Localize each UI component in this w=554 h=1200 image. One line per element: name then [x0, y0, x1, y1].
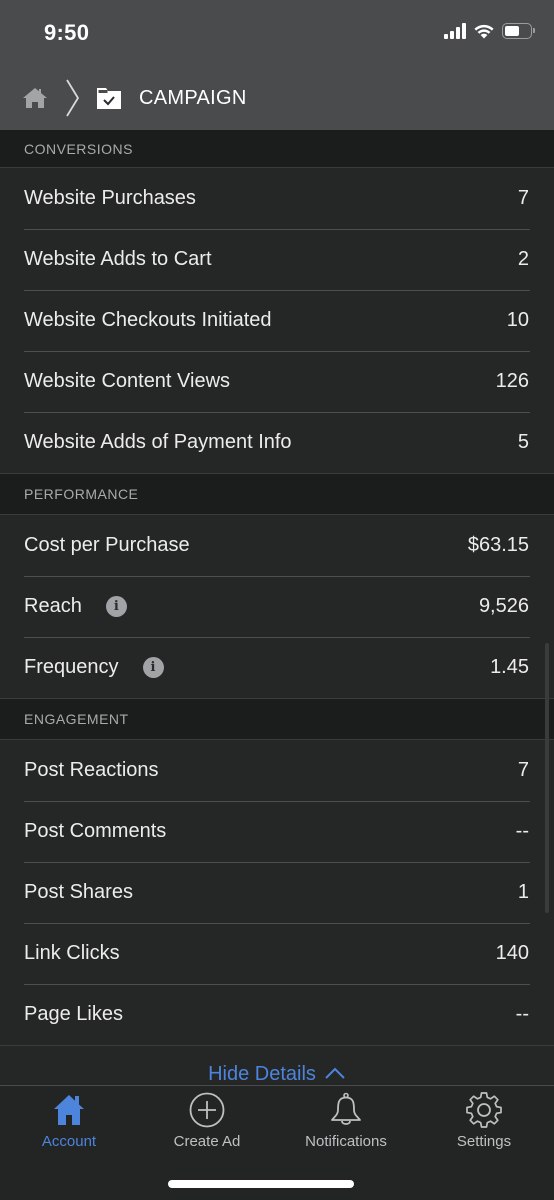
campaign-folder-check-icon [97, 88, 121, 109]
hide-details-button[interactable]: Hide Details [0, 1063, 554, 1086]
metric-label: Reach [24, 595, 82, 617]
metric-value: 7 [517, 187, 529, 209]
metric-row[interactable]: Post Shares 1 [0, 862, 554, 923]
tab-label: Settings [456, 1133, 512, 1150]
metric-label: Website Adds to Cart [24, 248, 212, 270]
metric-row[interactable]: Page Likes -- [0, 984, 554, 1045]
metric-label-wrap: Frequency i [24, 656, 164, 679]
metric-row[interactable]: Website Adds of Payment Info 5 [0, 412, 554, 473]
metric-value: 5 [517, 431, 529, 453]
metric-label: Post Reactions [24, 759, 159, 781]
metric-value: 7 [517, 759, 529, 781]
tab-notifications[interactable]: Notifications [277, 1091, 415, 1150]
metric-label: Website Checkouts Initiated [24, 309, 272, 331]
metric-label: Frequency [24, 656, 119, 678]
metric-value: 9,526 [478, 595, 529, 617]
plus-circle-icon [188, 1091, 226, 1129]
metric-label: Website Purchases [24, 187, 196, 209]
metric-row[interactable]: Website Checkouts Initiated 10 [0, 290, 554, 351]
metric-row[interactable]: Website Purchases 7 [0, 168, 554, 229]
tab-label: Create Ad [173, 1133, 241, 1150]
bell-icon [327, 1091, 365, 1129]
metric-value: 1 [517, 881, 529, 903]
tab-create-ad[interactable]: Create Ad [138, 1091, 276, 1150]
metric-value: 140 [495, 942, 529, 964]
metric-label: Post Comments [24, 820, 167, 842]
metric-label: Page Likes [24, 1003, 123, 1025]
metric-value: 2 [517, 248, 529, 270]
details-list[interactable]: CONVERSIONS Website Purchases 7 Website … [0, 130, 554, 1086]
metric-label: Post Shares [24, 881, 133, 903]
metric-label-wrap: Reach i [24, 595, 127, 618]
metric-row[interactable]: Frequency i 1.45 [0, 637, 554, 698]
section-header-performance: PERFORMANCE [0, 473, 554, 515]
metric-value: 10 [506, 309, 529, 331]
cellular-signal-icon [444, 23, 466, 39]
status-icons [444, 23, 535, 39]
metric-row[interactable]: Cost per Purchase $63.15 [0, 515, 554, 576]
info-icon[interactable]: i [105, 596, 127, 617]
section-header-engagement: ENGAGEMENT [0, 698, 554, 740]
metric-row[interactable]: Post Comments -- [0, 801, 554, 862]
scrollbar[interactable] [545, 643, 549, 913]
chevron-right-icon [66, 79, 80, 117]
metric-label: Cost per Purchase [24, 534, 190, 556]
metric-label: Link Clicks [24, 942, 120, 964]
breadcrumb-title: CAMPAIGN [139, 86, 247, 109]
metric-label: Website Content Views [24, 370, 231, 392]
top-bar: 9:50 CAMPAIGN [0, 0, 554, 130]
hide-details-label: Hide Details [208, 1063, 316, 1085]
section-header-conversions: CONVERSIONS [0, 130, 554, 168]
tab-settings[interactable]: Settings [415, 1091, 553, 1150]
metric-row[interactable]: Reach i 9,526 [0, 576, 554, 637]
wifi-icon [474, 24, 494, 39]
metric-row[interactable]: Website Adds to Cart 2 [0, 229, 554, 290]
gear-icon [465, 1091, 503, 1129]
breadcrumb: CAMPAIGN [22, 76, 247, 120]
metric-value: 126 [495, 370, 529, 392]
home-icon[interactable] [22, 87, 48, 109]
metric-value: -- [515, 1003, 529, 1025]
metric-row[interactable]: Link Clicks 140 [0, 923, 554, 984]
metric-value: -- [515, 820, 529, 842]
metric-row[interactable]: Website Content Views 126 [0, 351, 554, 412]
metric-row[interactable]: Post Reactions 7 [0, 740, 554, 801]
battery-icon [502, 23, 535, 39]
metric-value: 1.45 [490, 656, 529, 678]
info-icon[interactable]: i [142, 657, 164, 678]
tab-label: Account [41, 1133, 97, 1150]
tab-label: Notifications [305, 1133, 387, 1150]
metric-value: $63.15 [467, 534, 529, 556]
metric-label: Website Adds of Payment Info [24, 431, 292, 453]
tab-account[interactable]: Account [0, 1091, 138, 1150]
status-time: 9:50 [44, 20, 90, 45]
home-indicator[interactable] [168, 1180, 354, 1188]
home-icon [50, 1091, 88, 1129]
chevron-up-icon [325, 1067, 345, 1079]
